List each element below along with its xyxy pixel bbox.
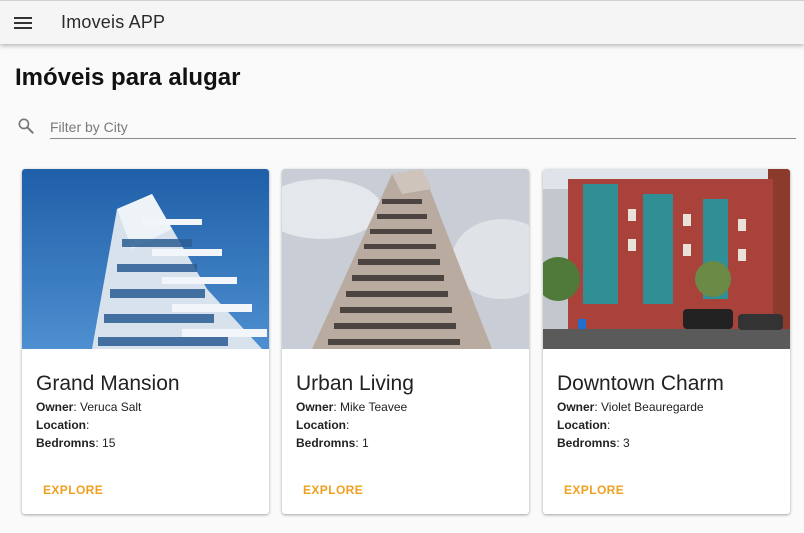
city-filter-input[interactable] xyxy=(50,112,796,139)
page-title: Imóveis para alugar xyxy=(15,64,241,91)
app-bar: Imoveis APP xyxy=(0,0,804,44)
bedrooms-value: 1 xyxy=(362,436,369,450)
explore-button[interactable]: EXPLORE xyxy=(564,483,624,497)
property-card: Downtown Charm Owner: Violet Beauregarde… xyxy=(543,169,790,514)
location-line: Location: xyxy=(36,418,90,432)
owner-label: Owner xyxy=(296,400,334,414)
location-label: Location xyxy=(557,418,607,432)
search-bar xyxy=(14,112,796,140)
property-name: Grand Mansion xyxy=(36,372,180,395)
location-label: Location xyxy=(296,418,346,432)
bedrooms-value: 15 xyxy=(102,436,116,450)
owner-line: Owner: Mike Teavee xyxy=(296,400,408,414)
location-line: Location: xyxy=(557,418,611,432)
owner-line: Owner: Violet Beauregarde xyxy=(557,400,704,414)
bedrooms-line: Bedromns: 1 xyxy=(296,436,369,450)
owner-value: Mike Teavee xyxy=(340,400,408,414)
property-name: Downtown Charm xyxy=(557,372,724,395)
owner-line: Owner: Veruca Salt xyxy=(36,400,142,414)
location-label: Location xyxy=(36,418,86,432)
owner-label: Owner xyxy=(557,400,595,414)
property-image xyxy=(22,169,269,349)
owner-label: Owner xyxy=(36,400,74,414)
explore-button[interactable]: EXPLORE xyxy=(43,483,103,497)
bedrooms-label: Bedromns xyxy=(296,436,356,450)
bedrooms-line: Bedromns: 15 xyxy=(36,436,116,450)
property-image xyxy=(282,169,529,349)
explore-button[interactable]: EXPLORE xyxy=(303,483,363,497)
bedrooms-label: Bedromns xyxy=(557,436,617,450)
property-card: Grand Mansion Owner: Veruca Salt Locatio… xyxy=(22,169,269,514)
property-card: Urban Living Owner: Mike Teavee Location… xyxy=(282,169,529,514)
app-title: Imoveis APP xyxy=(61,12,166,32)
bedrooms-line: Bedromns: 3 xyxy=(557,436,630,450)
location-line: Location: xyxy=(296,418,350,432)
search-icon xyxy=(18,118,34,134)
bedrooms-label: Bedromns xyxy=(36,436,96,450)
bedrooms-value: 3 xyxy=(623,436,630,450)
owner-value: Veruca Salt xyxy=(80,400,142,414)
menu-icon[interactable] xyxy=(14,15,34,31)
owner-value: Violet Beauregarde xyxy=(601,400,704,414)
property-image xyxy=(543,169,790,349)
property-name: Urban Living xyxy=(296,372,414,395)
